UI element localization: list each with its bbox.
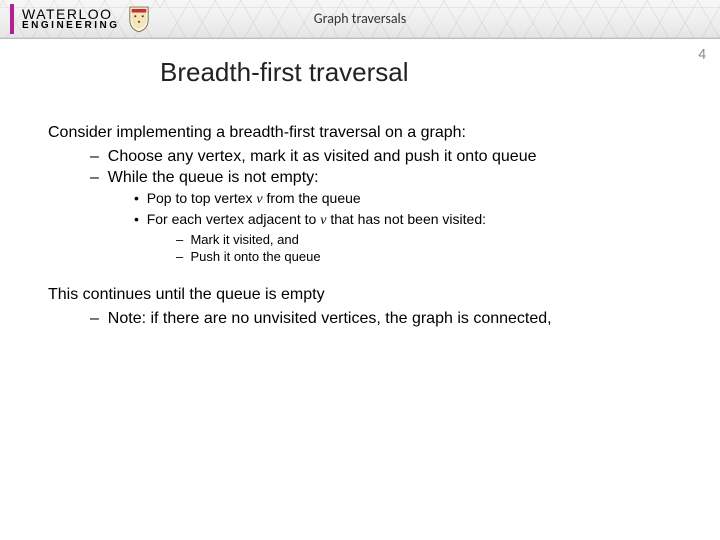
bullet-choose-vertex: Choose any vertex, mark it as visited an… [90,148,672,166]
bullet-while-queue: While the queue is not empty: [90,169,672,187]
sub-adjacent-vertex: For each vertex adjacent to v that has n… [134,211,672,229]
text: For each vertex adjacent to [147,211,321,227]
header-banner: WATERLOO ENGINEERING Graph traversals [0,0,720,39]
slide-body: Consider implementing a breadth-first tr… [48,124,672,328]
subsub-push-queue: Push it onto the queue [176,249,672,264]
page-number: 4 [698,46,706,64]
subsub-mark-visited: Mark it visited, and [176,232,672,247]
text: from the queue [263,190,361,206]
intro-line: Consider implementing a breadth-first tr… [48,124,672,142]
sub-pop-vertex: Pop to top vertex v from the queue [134,190,672,208]
text: that has not been visited: [326,211,486,227]
slide-title: Breadth-first traversal [160,57,720,88]
spacer [48,266,672,286]
header-topic: Graph traversals [0,10,720,27]
conclusion-line: This continues until the queue is empty [48,286,672,304]
text: Pop to top vertex [147,190,257,206]
note-connected: Note: if there are no unvisited vertices… [90,310,672,328]
